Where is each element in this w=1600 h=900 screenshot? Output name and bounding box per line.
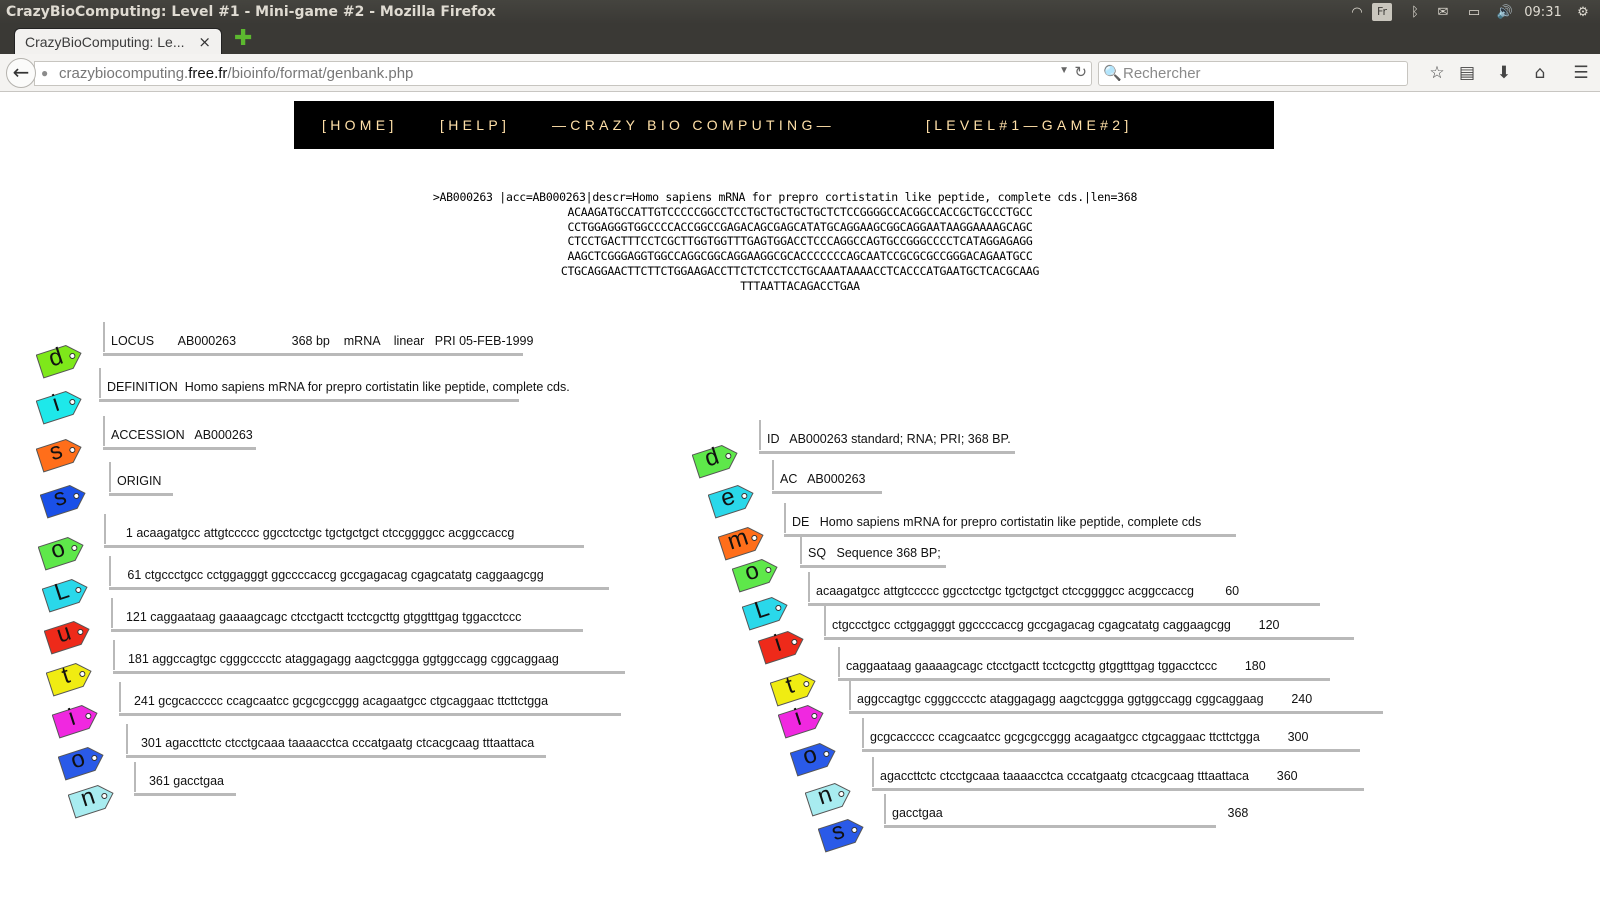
url-prefix: crazybiocomputing. — [59, 65, 189, 82]
draggable-tag-s[interactable]: s — [40, 482, 86, 519]
system-tray: ◠ Fr ᛒ ✉ ▭ 🔊 09:31 ⚙ — [1342, 0, 1600, 24]
bluetooth-icon[interactable]: ᛒ — [1402, 5, 1428, 20]
embl-sequence-line[interactable]: caggaataag gaaaagcagc ctcctgactt tcctcgc… — [838, 647, 1330, 681]
genbank-sequence-line[interactable]: 301 agaccttctc ctcctgcaaa taaaacctca ccc… — [126, 724, 546, 758]
embl-sequence-line[interactable]: aggccagtgc cgggcccctc ataggagagg aagctcg… — [849, 680, 1383, 714]
draggable-tag-u[interactable]: u — [44, 618, 90, 655]
mail-icon[interactable]: ✉ — [1428, 5, 1458, 20]
navigation-toolbar: ● crazybiocomputing.free.fr/bioinfo/form… — [0, 54, 1600, 92]
back-arrow-icon: ← — [12, 60, 30, 84]
embl-line-de[interactable]: DE Homo sapiens mRNA for prepro cortista… — [784, 503, 1236, 537]
url-domain: free.fr — [188, 65, 228, 82]
draggable-tag-i[interactable]: i — [36, 388, 82, 425]
embl-sequence-line[interactable]: ctgccctgcc cctggagggt ggccccaccg gccgaga… — [824, 606, 1354, 640]
draggable-tag-i[interactable]: i — [52, 702, 98, 739]
site-menu-bar: [HOME] [HELP] —CRAZY BIO COMPUTING— [LEV… — [294, 101, 1274, 149]
embl-sequence-line[interactable]: gacctgaa 368 — [884, 794, 1248, 828]
menu-home-link[interactable]: [HOME] — [322, 117, 398, 133]
tab-title: CrazyBioComputing: Le... — [25, 34, 185, 50]
tab-strip: CrazyBioComputing: Le... × ✚ — [0, 24, 1600, 56]
draggable-tag-o[interactable]: o — [790, 740, 836, 777]
draggable-tag-d[interactable]: d — [692, 442, 738, 479]
browser-tab[interactable]: CrazyBioComputing: Le... × — [14, 28, 222, 56]
draggable-tag-n[interactable]: n — [68, 782, 114, 819]
battery-icon[interactable]: ▭ — [1458, 5, 1490, 20]
menu-level-link[interactable]: [LEVEL#1—GAME#2] — [926, 117, 1133, 133]
search-icon: 🔍 — [1103, 65, 1122, 82]
draggable-tag-m[interactable]: m — [718, 524, 764, 561]
embl-sequence-line[interactable]: acaagatgcc attgtccccc ggcctcctgc tgctgct… — [808, 572, 1320, 606]
genbank-sequence-line[interactable]: 61 ctgccctgcc cctggagggt ggccccaccg gccg… — [109, 556, 609, 590]
volume-icon[interactable]: 🔊 — [1490, 5, 1520, 20]
genbank-sequence-line[interactable]: 1 acaagatgcc attgtccccc ggcctcctgc tgctg… — [104, 514, 584, 548]
search-bar[interactable]: 🔍 Rechercher — [1098, 61, 1408, 86]
site-identity-icon[interactable]: ● — [41, 66, 48, 80]
genbank-line-definition[interactable]: DEFINITION Homo sapiens mRNA for prepro … — [99, 368, 570, 402]
draggable-tag-n[interactable]: n — [805, 780, 851, 817]
url-path: /bioinfo/format/genbank.php — [227, 65, 414, 82]
new-tab-icon[interactable]: ✚ — [234, 28, 252, 50]
draggable-tag-t[interactable]: t — [46, 660, 92, 697]
bookmarks-list-icon[interactable]: ▤ — [1456, 63, 1478, 83]
fasta-line: CCTGGAGGGTGGCCCCACCGGCCGAGACAGCGAGCATATG… — [567, 219, 1033, 234]
power-icon[interactable]: ⚙ — [1566, 5, 1600, 20]
draggable-tag-s[interactable]: s — [818, 816, 864, 853]
site-brand: —CRAZY BIO COMPUTING— — [552, 117, 835, 133]
fasta-line: CTCCTGACTTTCCTCGCTTGGTGGTTTGAGTGGACCTCCC… — [567, 234, 1033, 249]
fasta-line: AAGCTCGGGAGGTGGCCAGGCGGCAGGAAGGCGCACCCCC… — [567, 249, 1033, 264]
draggable-tag-o[interactable]: o — [732, 556, 778, 593]
draggable-tag-s[interactable]: s — [36, 436, 82, 473]
draggable-tag-l[interactable]: L — [42, 576, 88, 613]
draggable-tag-i[interactable]: i — [758, 628, 804, 665]
genbank-sequence-line[interactable]: 121 caggaataag gaaaagcagc ctcctgactt tcc… — [111, 598, 583, 632]
menu-help-link[interactable]: [HELP] — [440, 117, 510, 133]
genbank-line-accession[interactable]: ACCESSION AB000263 — [103, 416, 256, 450]
bookmark-star-icon[interactable]: ☆ — [1426, 63, 1448, 83]
draggable-tag-l[interactable]: L — [742, 594, 788, 631]
embl-line-id[interactable]: ID AB000263 standard; RNA; PRI; 368 BP. — [759, 420, 1015, 454]
window-title: CrazyBioComputing: Level #1 - Mini-game … — [6, 4, 496, 20]
window-titlebar: CrazyBioComputing: Level #1 - Mini-game … — [0, 0, 1600, 24]
genbank-sequence-line[interactable]: 181 aggccagtgc cgggcccctc ataggagagg aag… — [113, 640, 625, 674]
url-text[interactable]: crazybiocomputing.free.fr/bioinfo/format… — [59, 65, 413, 82]
clock[interactable]: 09:31 — [1520, 5, 1566, 20]
fasta-line: TTTAATTACAGACCTGAA — [740, 278, 860, 293]
draggable-tag-e[interactable]: e — [708, 482, 754, 519]
reload-icon[interactable]: ↻ — [1074, 63, 1087, 81]
menu-icon[interactable]: ☰ — [1570, 63, 1592, 83]
genbank-sequence-line[interactable]: 241 gcgcaccccc ccagcaatcc gcgcgccggg aca… — [119, 682, 621, 716]
downloads-icon[interactable]: ⬇ — [1493, 63, 1515, 83]
search-placeholder: Rechercher — [1123, 65, 1201, 82]
fasta-line: ACAAGATGCCATTGTCCCCCGGCCTCCTGCTGCTGCTGCT… — [567, 204, 1033, 219]
embl-sequence-line[interactable]: agaccttctc ctcctgcaaa taaaacctca cccatga… — [872, 757, 1364, 791]
draggable-tag-d[interactable]: d — [36, 342, 82, 379]
wifi-icon[interactable]: ◠ — [1342, 5, 1372, 20]
home-icon[interactable]: ⌂ — [1529, 63, 1551, 83]
embl-line-ac[interactable]: AC AB000263 — [772, 460, 882, 494]
embl-sequence-line[interactable]: gcgcaccccc ccagcaatcc gcgcgccggg acagaat… — [862, 718, 1360, 752]
embl-line-sq[interactable]: SQ Sequence 368 BP; — [800, 534, 946, 568]
fasta-record: >AB000263 |acc=AB000263|descr=Homo sapie… — [0, 190, 1600, 294]
draggable-tag-i[interactable]: i — [778, 702, 824, 739]
fasta-line: CTGCAGGAACTTCTTCTGGAAGACCTTCTCTCCTCCTGCA… — [560, 263, 1040, 278]
close-tab-icon[interactable]: × — [198, 33, 211, 51]
back-button[interactable]: ← — [6, 58, 36, 88]
genbank-line-locus[interactable]: LOCUS AB000263 368 bp mRNA linear PRI 05… — [103, 322, 533, 356]
genbank-line-origin[interactable]: ORIGIN — [109, 462, 173, 496]
fasta-header: >AB000263 |acc=AB000263|descr=Homo sapie… — [432, 190, 1138, 204]
draggable-tag-o[interactable]: o — [38, 534, 84, 571]
genbank-sequence-line[interactable]: 361 gacctgaa — [134, 762, 236, 796]
keyboard-layout-indicator[interactable]: Fr — [1372, 3, 1392, 21]
history-dropdown-icon[interactable]: ▼ — [1059, 65, 1069, 76]
draggable-tag-o[interactable]: o — [58, 744, 104, 781]
url-bar[interactable]: ● crazybiocomputing.free.fr/bioinfo/form… — [34, 61, 1092, 86]
